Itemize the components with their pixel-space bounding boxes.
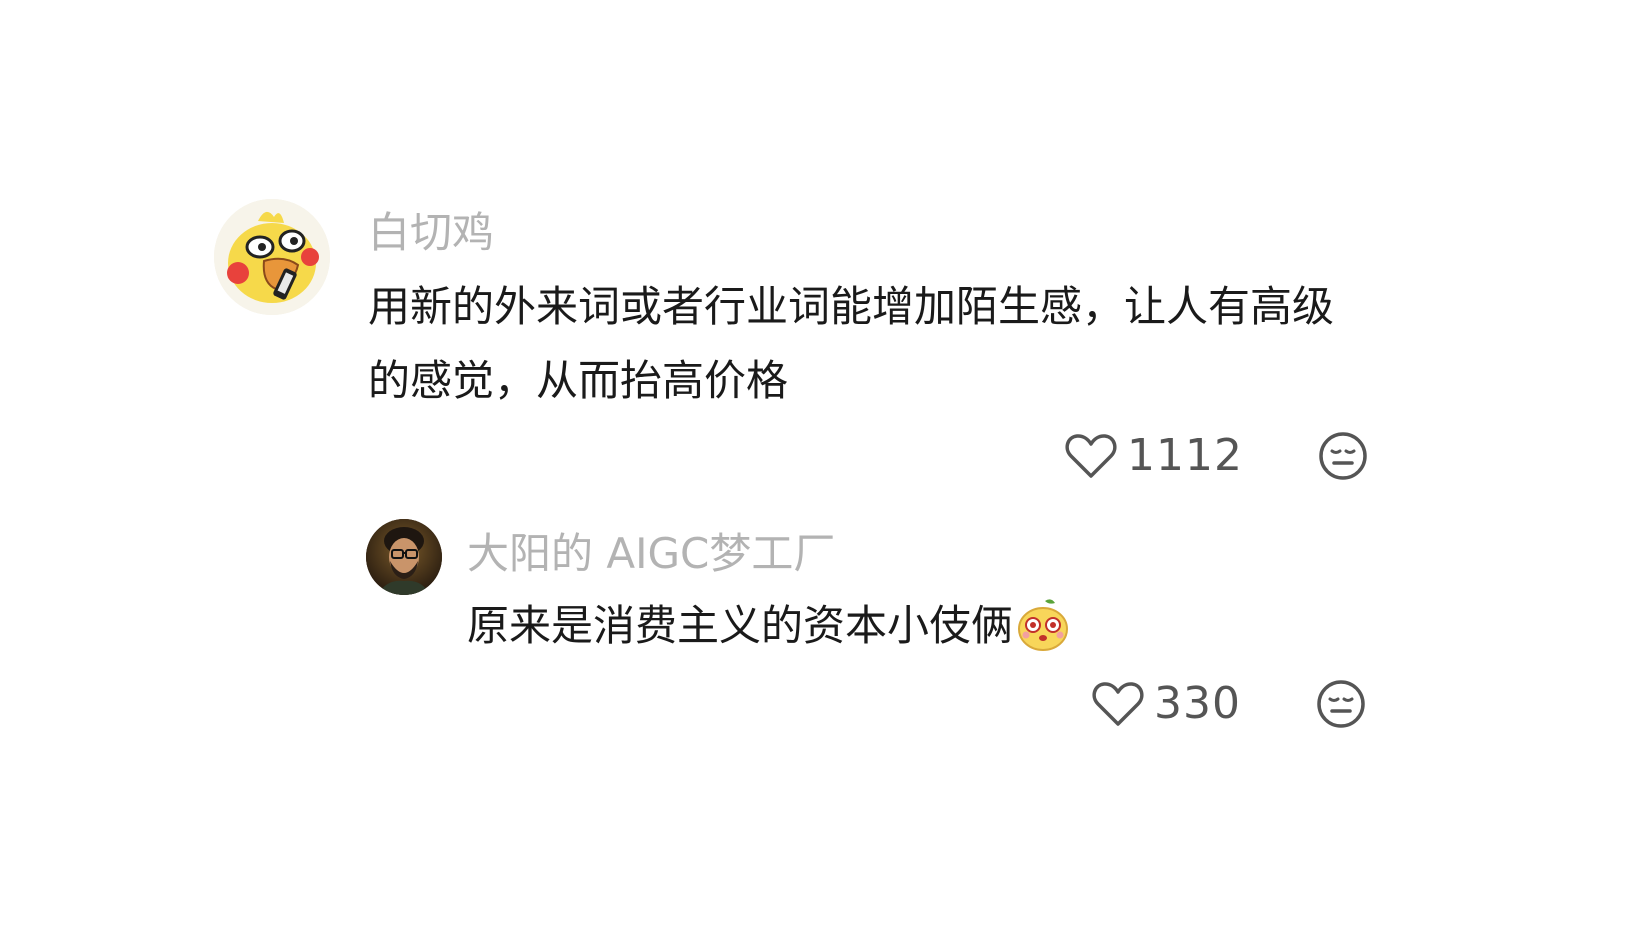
- comment-username[interactable]: 白切鸡: [368, 212, 494, 254]
- reply-text: 原来是消费主义的资本小伎俩: [467, 601, 1014, 650]
- meh-face-icon: [1317, 680, 1365, 728]
- duck-avatar[interactable]: [214, 199, 330, 315]
- comment-thread: 白切鸡 用新的外来词或者行业词能增加陌生感，让人有高级的感觉，从而抬高价格 11…: [0, 0, 1631, 951]
- like-button[interactable]: 1112: [1065, 432, 1243, 480]
- reply-text-line: 原来是消费主义的资本小伎俩: [467, 589, 1367, 663]
- meh-face-icon: [1319, 432, 1367, 480]
- comment-text: 用新的外来词或者行业词能增加陌生感，让人有高级的感觉，从而抬高价格: [368, 282, 1335, 405]
- reply-username[interactable]: 大阳的 AIGC梦工厂: [467, 533, 835, 575]
- dislike-button[interactable]: [1317, 430, 1369, 482]
- like-count: 330: [1154, 678, 1241, 729]
- dizzy-face-emoji: [1015, 597, 1071, 653]
- dislike-button[interactable]: [1315, 678, 1367, 730]
- man-portrait-icon: [366, 519, 442, 595]
- heart-outline-icon: [1092, 682, 1144, 726]
- man-with-glasses-avatar[interactable]: [366, 519, 442, 595]
- comment-actions: 1112: [1065, 430, 1369, 482]
- heart-outline-icon: [1065, 434, 1117, 478]
- duck-avatar-icon: [214, 199, 330, 315]
- like-button[interactable]: 330: [1092, 680, 1241, 728]
- reply-actions: 330: [1092, 678, 1367, 730]
- like-count: 1112: [1127, 430, 1243, 481]
